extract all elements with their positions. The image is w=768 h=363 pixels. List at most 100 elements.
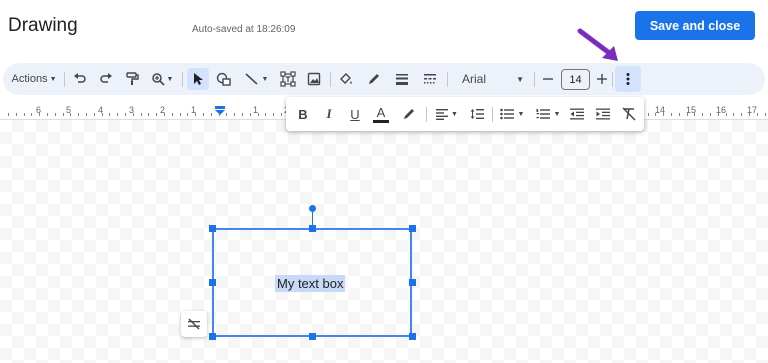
paint-format-button[interactable]	[121, 63, 143, 95]
ruler-tick	[125, 113, 126, 116]
ruler-tick	[258, 113, 259, 116]
increase-size-icon	[597, 74, 607, 84]
ruler-tick	[31, 113, 32, 116]
ruler-tick	[757, 113, 758, 116]
toolbar-divider	[182, 72, 183, 87]
toolbar-divider	[447, 72, 448, 87]
border-weight-icon	[396, 74, 408, 85]
resize-handle-top-right[interactable]	[409, 225, 416, 232]
textbox-icon	[280, 71, 296, 87]
image-tool-button[interactable]	[303, 63, 325, 95]
ruler-tick	[172, 113, 173, 116]
line-spacing-icon	[470, 109, 484, 119]
ruler-tick	[718, 113, 719, 116]
bulleted-list-button[interactable]: ▼	[496, 97, 528, 131]
format-bar-divider	[492, 107, 493, 122]
save-and-close-button[interactable]: Save and close	[635, 11, 755, 40]
decrease-indent-icon	[570, 108, 584, 120]
redo-button[interactable]	[95, 63, 117, 95]
text-color-swatch	[373, 119, 389, 123]
text-options-button[interactable]	[181, 311, 207, 337]
underline-button[interactable]: U	[344, 97, 366, 131]
ruler-tick	[39, 113, 40, 116]
resize-handle-right[interactable]	[409, 279, 416, 286]
highlight-color-button[interactable]	[398, 97, 420, 131]
shape-tool-button[interactable]	[213, 63, 235, 95]
resize-handle-bottom[interactable]	[309, 333, 316, 340]
border-weight-button[interactable]	[391, 63, 413, 95]
line-icon	[244, 73, 258, 85]
decrease-font-size-button[interactable]	[539, 63, 557, 95]
font-select[interactable]: Arial ▼	[458, 63, 528, 95]
actions-menu[interactable]: Actions ▼	[9, 63, 59, 95]
resize-handle-bottom-right[interactable]	[409, 333, 416, 340]
ruler-tick	[141, 113, 142, 116]
ruler-tick	[24, 113, 25, 116]
indent-marker-icon[interactable]	[214, 106, 226, 116]
resize-handle-left[interactable]	[209, 279, 216, 286]
ruler-tick	[156, 113, 157, 116]
ruler-tick	[242, 113, 243, 116]
ruler-tick	[117, 113, 118, 116]
zoom-caret-icon: ▼	[166, 75, 174, 83]
rotation-handle[interactable]	[309, 205, 316, 212]
ruler-tick	[187, 113, 188, 116]
decrease-indent-button[interactable]	[566, 97, 588, 131]
page-title: Drawing	[8, 15, 78, 36]
border-color-button[interactable]	[363, 63, 385, 95]
increase-indent-icon	[596, 108, 610, 120]
clear-formatting-icon	[622, 107, 636, 121]
border-dash-button[interactable]	[419, 63, 441, 95]
bulleted-list-icon	[499, 108, 514, 120]
ruler-tick	[203, 113, 204, 116]
strikethrough-off-icon	[188, 318, 200, 330]
ruler-tick	[211, 113, 212, 116]
ruler-tick	[195, 113, 196, 116]
resize-handle-top[interactable]	[309, 225, 316, 232]
ruler-tick	[679, 113, 680, 116]
bold-button[interactable]: B	[292, 97, 314, 131]
ruler-tick	[148, 113, 149, 116]
resize-handle-top-left[interactable]	[209, 225, 216, 232]
text-box-content[interactable]: My text box	[275, 275, 346, 292]
zoom-button[interactable]: ▼	[147, 63, 177, 95]
clear-formatting-button[interactable]	[618, 97, 640, 131]
ruler-tick	[749, 113, 750, 116]
decrease-size-icon	[543, 78, 553, 80]
ruler-tick	[250, 113, 251, 116]
ruler-tick	[219, 113, 220, 116]
undo-icon	[74, 73, 86, 83]
autosave-status: Auto-saved at 18:26:09	[192, 24, 296, 35]
undo-button[interactable]	[69, 63, 91, 95]
increase-indent-button[interactable]	[592, 97, 614, 131]
increase-font-size-button[interactable]	[593, 63, 611, 95]
select-icon	[194, 73, 203, 85]
text-color-button[interactable]: A	[370, 97, 392, 131]
ruler-tick	[226, 113, 227, 116]
image-icon	[307, 72, 321, 86]
redo-icon	[100, 73, 112, 83]
ruler-tick	[94, 113, 95, 116]
more-options-button[interactable]	[615, 66, 641, 92]
numbered-list-button[interactable]: ▼	[532, 97, 564, 131]
select-tool-button[interactable]	[187, 68, 209, 90]
italic-button[interactable]: I	[318, 97, 340, 131]
toolbar-divider	[330, 72, 331, 87]
resize-handle-bottom-left[interactable]	[209, 333, 216, 340]
ruler-tick	[47, 113, 48, 116]
line-tool-button[interactable]: ▼	[239, 63, 273, 95]
ruler-tick	[164, 113, 165, 116]
ruler-tick	[694, 113, 695, 116]
ruler-tick	[8, 113, 9, 116]
textbox-tool-button[interactable]	[277, 63, 299, 95]
ruler-tick	[86, 113, 87, 116]
shape-icon	[216, 72, 231, 86]
zoom-icon	[151, 73, 165, 86]
align-button[interactable]: ▼	[432, 97, 462, 131]
fill-color-button[interactable]	[335, 63, 357, 95]
numbered-list-caret-icon: ▼	[553, 110, 561, 118]
ruler-tick	[180, 113, 181, 116]
font-size-input[interactable]: 14	[561, 69, 590, 90]
font-name: Arial	[462, 72, 487, 86]
line-spacing-button[interactable]	[466, 97, 488, 131]
